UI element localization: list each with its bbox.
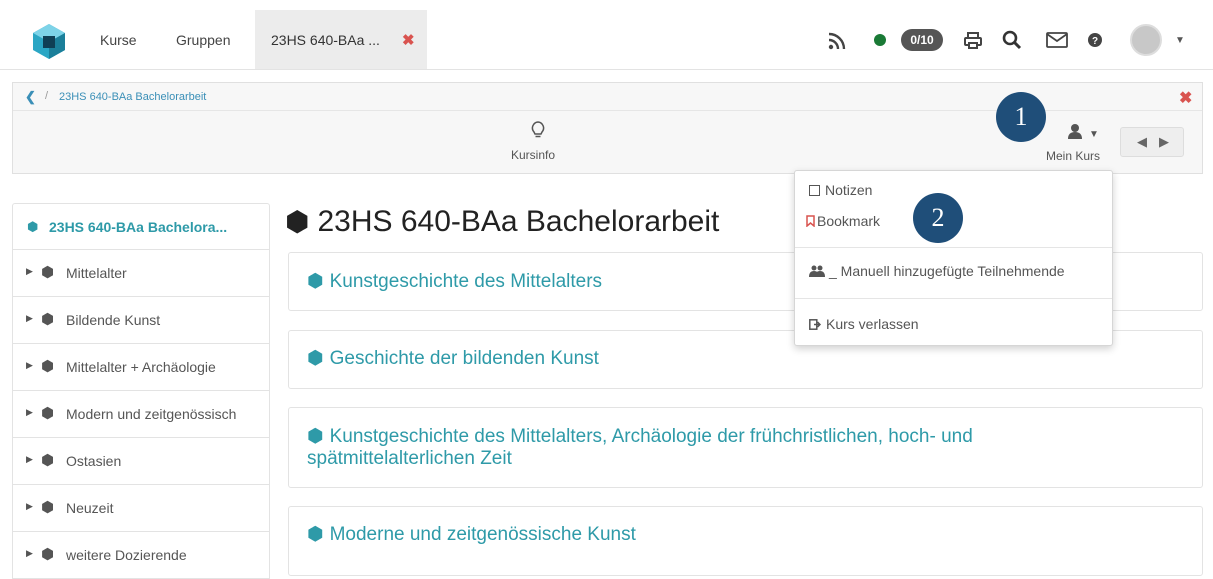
expand-arrow-icon[interactable]: ▶ [26,360,33,371]
bookmark-icon [806,215,815,228]
course-node-card[interactable]: ⬢ Kunstgeschichte des Mittelalters, Archä… [288,407,1203,488]
cubes-icon: ⬢ [307,348,324,369]
cubes-icon: ⬢ [285,206,310,237]
cubes-icon: ⬢ [307,426,324,447]
menu-item-kurs-verlassen[interactable]: Kurs verlassen [809,316,919,332]
breadcrumb-separator: / [45,90,49,102]
card-title-text[interactable]: Geschichte der bildenden Kunst [330,348,599,369]
breadcrumb-course-link[interactable]: 23HS 640-BAa Bachelorarbeit [59,91,206,103]
note-icon [809,185,820,196]
sidebar-item-ostasien[interactable]: ▶ ⬢ Ostasien [12,438,270,485]
menu-item-notizen[interactable]: Notizen [809,182,872,198]
back-chevron-icon[interactable]: ❮ [25,89,36,105]
sidebar-item-label[interactable]: Bildende Kunst [66,312,160,328]
mein-kurs-button[interactable]: Mein Kurs [1046,149,1100,163]
nav-link-gruppen[interactable]: Gruppen [176,32,230,48]
card-title-text-line2[interactable]: spätmittelalterlichen Zeit [307,448,512,469]
kursinfo-button[interactable]: Kursinfo [511,148,555,162]
cubes-icon: ⬢ [307,524,324,545]
mein-kurs-chevron-icon[interactable]: ▼ [1089,129,1099,140]
sidebar-item-label[interactable]: Ostasien [66,453,121,469]
expand-arrow-icon[interactable]: ▶ [26,454,33,465]
app-logo[interactable] [30,22,68,60]
cubes-icon: ⬢ [41,546,55,563]
menu-item-label[interactable]: _ Manuell hinzugefügte Teilnehmende [829,263,1065,279]
menu-divider [795,247,1112,248]
course-tab-label[interactable]: 23HS 640-BAa ... [271,32,380,48]
close-tab-icon[interactable]: ✖ [402,31,415,49]
sidebar-item-weitere-dozierende[interactable]: ▶ ⬢ weitere Dozierende [12,532,270,579]
cubes-icon: ⬢ [41,358,55,375]
users-icon [809,265,825,277]
sidebar-item-label[interactable]: Neuzeit [66,500,113,516]
sidebar-item-label[interactable]: Mittelalter + Archäologie [66,359,216,375]
expand-arrow-icon[interactable]: ▶ [26,501,33,512]
notification-counter[interactable]: 0/10 [901,29,943,51]
rss-icon[interactable] [828,32,846,50]
search-icon[interactable] [1002,30,1022,50]
lightbulb-icon[interactable] [531,121,545,139]
top-navbar: Kurse Gruppen 23HS 640-BAa ... ✖ 0/10 ? … [0,10,1213,70]
sidebar-item-mittelalter-archaeologie[interactable]: ▶ ⬢ Mittelalter + Archäologie [12,344,270,391]
user-icon[interactable] [1067,123,1083,139]
page-title-text: 23HS 640-BAa Bachelorarbeit [317,205,720,238]
nav-link-kurse[interactable]: Kurse [100,32,137,48]
sidebar-item-mittelalter[interactable]: ▶ ⬢ Mittelalter [12,250,270,297]
mail-icon[interactable] [1046,32,1068,48]
annotation-badge-2: 2 [913,193,963,243]
expand-arrow-icon[interactable]: ▶ [26,548,33,559]
menu-item-label[interactable]: Notizen [825,182,872,198]
cubes-icon: ⬢ [307,271,324,292]
card-title[interactable]: ⬢ Kunstgeschichte des Mittelalters, Archä… [307,426,1187,470]
sidebar-course-root[interactable]: ⬢ 23HS 640-BAa Bachelora... [12,203,270,250]
prev-node-icon[interactable]: ◀ [1137,134,1147,150]
menu-item-label[interactable]: Bookmark [817,213,880,229]
cubes-icon: ⬢ [41,311,55,328]
sidebar-item-label[interactable]: Mittelalter [66,265,127,281]
chevron-down-icon[interactable]: ▼ [1175,35,1185,46]
cubes-icon: ⬢ [41,452,55,469]
expand-arrow-icon[interactable]: ▶ [26,407,33,418]
card-title-text[interactable]: Kunstgeschichte des Mittelalters [330,271,602,292]
card-title[interactable]: ⬢ Kunstgeschichte des Mittelalters [307,271,602,293]
svg-text:?: ? [1092,36,1098,47]
menu-item-label[interactable]: Kurs verlassen [826,316,919,332]
sidebar-item-label[interactable]: weitere Dozierende [66,547,187,563]
card-title-text[interactable]: Moderne und zeitgenössische Kunst [330,524,636,545]
page-title: ⬢ 23HS 640-BAa Bachelorarbeit [285,205,719,239]
card-title-text[interactable]: Kunstgeschichte des Mittelalters, Archäo… [330,426,973,447]
expand-arrow-icon[interactable]: ▶ [26,266,33,277]
mein-kurs-dropdown: Notizen Bookmark _ Manuell hinzugefügte … [794,170,1113,346]
sidebar-item-modern[interactable]: ▶ ⬢ Modern und zeitgenössisch [12,391,270,438]
avatar[interactable] [1130,24,1162,56]
course-pager: ◀ ▶ [1120,127,1184,157]
course-node-card[interactable]: ⬢ Moderne und zeitgenössische Kunst [288,506,1203,576]
sidebar-item-bildende-kunst[interactable]: ▶ ⬢ Bildende Kunst [12,297,270,344]
menu-divider [795,298,1112,299]
exit-icon [809,319,822,330]
card-title[interactable]: ⬢ Moderne und zeitgenössische Kunst [307,524,636,546]
sidebar-item-neuzeit[interactable]: ▶ ⬢ Neuzeit [12,485,270,532]
help-icon[interactable]: ? [1088,33,1102,47]
close-course-icon[interactable]: ✖ [1179,88,1192,108]
cubes-icon: ⬢ [41,264,55,281]
next-node-icon[interactable]: ▶ [1159,134,1169,150]
sidebar-root-label[interactable]: 23HS 640-BAa Bachelora... [49,219,227,235]
cubes-icon: ⬢ [41,405,55,422]
cubes-icon: ⬢ [41,499,55,516]
sidebar-item-label[interactable]: Modern und zeitgenössisch [66,406,236,422]
course-cube-icon: ⬢ [27,219,39,234]
annotation-badge-1: 1 [996,92,1046,142]
status-dot-icon [874,34,886,46]
menu-item-bookmark[interactable]: Bookmark [806,213,880,229]
print-icon[interactable] [964,32,982,49]
expand-arrow-icon[interactable]: ▶ [26,313,33,324]
card-title[interactable]: ⬢ Geschichte der bildenden Kunst [307,348,599,370]
course-sidebar: ⬢ 23HS 640-BAa Bachelora... ▶ ⬢ Mittelal… [12,203,270,579]
course-tab[interactable]: 23HS 640-BAa ... ✖ [255,10,427,69]
menu-item-teilnehmende[interactable]: _ Manuell hinzugefügte Teilnehmende [809,263,1065,279]
